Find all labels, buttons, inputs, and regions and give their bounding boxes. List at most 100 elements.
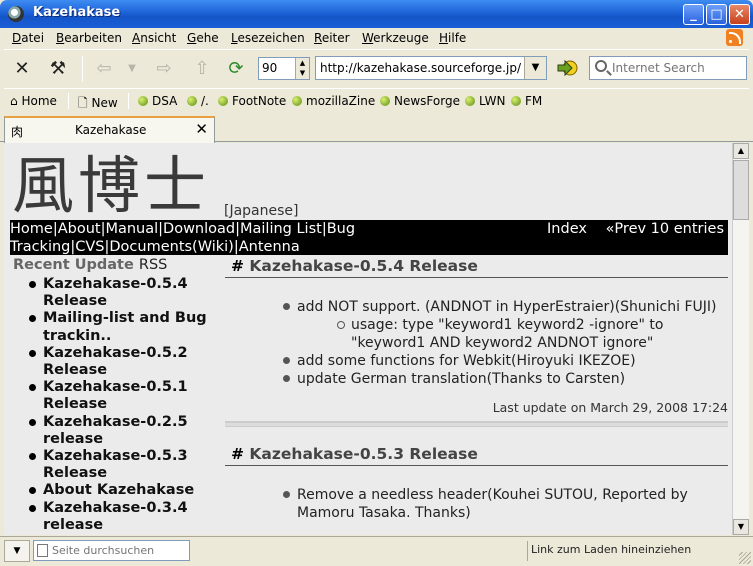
sidebar-item[interactable]: Kazehakase-0.5.4 Release — [29, 276, 223, 310]
forward-icon[interactable]: ⇨ — [150, 56, 178, 82]
status-separator — [527, 541, 528, 561]
preferences-tools-icon[interactable]: ⚒ — [44, 56, 72, 82]
bookmark-mozillazine[interactable]: mozillaZine — [292, 94, 375, 108]
menu-ansicht[interactable]: Ansicht — [132, 31, 176, 45]
list-item: Remove a needless header(Kouhei SUTOU, R… — [283, 486, 728, 522]
status-bar: ▼ Link zum Laden hineinziehen — [0, 536, 753, 566]
japanese-link[interactable]: [Japanese] — [224, 203, 299, 219]
list-item: usage: type "keyword1 keyword2 -ignore" … — [337, 316, 728, 352]
list-item: update German translation(Thanks to Cars… — [283, 370, 728, 388]
bookmark-dsa[interactable]: DSA — [138, 94, 177, 108]
menu-lesezeichen[interactable]: Lesezeichen — [231, 31, 305, 45]
bookmark-separator — [68, 93, 69, 109]
back-icon[interactable]: ⇦ — [90, 56, 118, 82]
sidebar-item[interactable]: Kazehakase-0.5.3 Release — [29, 448, 223, 482]
scroll-up-icon[interactable]: ▲ — [733, 143, 749, 159]
page-content: 風博士 [Japanese] Home|About|Manual|Downloa… — [4, 143, 732, 535]
feed-icon — [511, 96, 521, 106]
internet-search-field[interactable] — [589, 56, 747, 80]
stop-icon[interactable]: ✕ — [8, 56, 36, 82]
menu-datei[interactable]: Datei — [12, 31, 44, 45]
resize-grip-icon[interactable] — [739, 552, 751, 564]
feed-icon — [218, 96, 228, 106]
search-input[interactable] — [612, 59, 742, 77]
url-field[interactable]: ▼ — [315, 56, 547, 80]
feed-icon — [138, 96, 148, 106]
menu-bar: Datei Bearbeiten Ansicht Gehe Lesezeiche… — [4, 28, 749, 48]
navigation-toolbar: ✕ ⚒ ⇦ ▼ ⇨ ⇧ ⟳ ▲▼ ▼ — [4, 49, 749, 87]
tab-label: Kazehakase — [75, 123, 147, 137]
maximize-button[interactable]: □ — [706, 4, 727, 25]
sidebar-item[interactable]: Kazehakase-0.5.2 Release — [29, 345, 223, 379]
tab-favicon: 肉 — [11, 125, 24, 139]
sidebar-rss-link[interactable]: RSS — [139, 257, 167, 273]
site-navigation: Home|About|Manual|Download|Mailing List|… — [10, 220, 728, 255]
status-text: Link zum Laden hineinziehen — [531, 543, 692, 556]
feed-icon — [187, 96, 197, 106]
entry-divider — [225, 421, 728, 427]
back-history-chevron-icon[interactable]: ▼ — [118, 56, 146, 82]
feed-icon — [292, 96, 302, 106]
sidebar-item[interactable]: About Kazehakase — [29, 482, 223, 499]
feed-icon — [465, 96, 475, 106]
tab-kazehakase[interactable]: 肉 Kazehakase ✕ — [4, 116, 215, 143]
home-icon: ⌂ — [10, 94, 18, 108]
feed-icon — [380, 96, 390, 106]
tab-bar: 肉 Kazehakase ✕ — [0, 114, 753, 143]
vertical-scrollbar[interactable]: ▲ ▼ — [732, 143, 749, 535]
new-page-icon: 🗋 — [78, 96, 88, 110]
bookmark-home[interactable]: ⌂ Home — [10, 94, 57, 108]
kazehakase-logo: 風博士 — [12, 149, 210, 219]
last-update: Last update on March 29, 2008 17:24 — [492, 400, 728, 415]
app-icon[interactable] — [8, 6, 24, 22]
nav-prev-link[interactable]: «Prev 10 entries — [606, 221, 724, 237]
menu-hilfe[interactable]: Hilfe — [439, 31, 466, 45]
close-window-button[interactable]: ✕ — [729, 4, 750, 25]
zoom-input[interactable] — [259, 58, 293, 78]
bookmark-slashdot[interactable]: /. — [187, 94, 209, 108]
svg-text:風博士: 風博士 — [12, 149, 210, 219]
bookmark-lwn[interactable]: LWN — [465, 94, 505, 108]
rss-feed-icon[interactable] — [726, 29, 743, 46]
menu-werkzeuge[interactable]: Werkzeuge — [362, 31, 429, 45]
title-bar: Kazehakase _ □ ✕ — [0, 0, 753, 28]
tab-close-icon[interactable]: ✕ — [195, 120, 208, 138]
sidebar-heading: Recent Update — [13, 257, 134, 273]
bookmark-fm[interactable]: FM — [511, 94, 542, 108]
toolbar-separator — [82, 56, 83, 82]
reload-icon[interactable]: ⟳ — [222, 56, 250, 82]
bookmark-newsforge[interactable]: NewsForge — [380, 94, 460, 108]
scroll-down-icon[interactable]: ▼ — [733, 519, 749, 535]
sidebar-item[interactable]: Kazehakase-0.5.1 Release — [29, 379, 223, 413]
menu-bearbeiten[interactable]: Bearbeiten — [56, 31, 122, 45]
find-menu-chevron-icon[interactable]: ▼ — [4, 540, 30, 562]
sidebar-item[interactable]: Kazehakase-0.2.5 release — [29, 414, 223, 448]
sidebar-item[interactable]: Mailing-list and Bug trackin.. — [29, 310, 223, 344]
find-input[interactable] — [52, 542, 187, 559]
sidebar-item[interactable]: Kazehakase-0.3.4 release — [29, 500, 223, 534]
entry: # Kazehakase-0.5.3 Release Remove a need… — [225, 443, 728, 522]
menu-reiter[interactable]: Reiter — [314, 31, 350, 45]
url-history-dropdown-icon[interactable]: ▼ — [524, 57, 546, 79]
recent-update-sidebar: Recent Update RSS Kazehakase-0.5.4 Relea… — [13, 257, 223, 534]
entry-title: # Kazehakase-0.5.3 Release — [225, 443, 728, 466]
bookmark-separator — [128, 93, 129, 109]
main-entries: # Kazehakase-0.5.4 Release add NOT suppo… — [225, 255, 728, 522]
scroll-thumb[interactable] — [733, 160, 749, 220]
nav-links[interactable]: Home|About|Manual|Download|Mailing List|… — [10, 220, 360, 256]
window-title: Kazehakase — [33, 5, 121, 20]
entry: # Kazehakase-0.5.4 Release add NOT suppo… — [225, 255, 728, 415]
nav-index-link[interactable]: Index — [547, 221, 587, 237]
menu-gehe[interactable]: Gehe — [187, 31, 219, 45]
up-icon[interactable]: ⇧ — [188, 56, 216, 82]
zoom-stepper[interactable]: ▲▼ — [258, 57, 310, 80]
bookmark-footnote[interactable]: FootNote — [218, 94, 286, 108]
entry-title: # Kazehakase-0.5.4 Release — [225, 255, 728, 278]
find-field[interactable] — [33, 540, 190, 561]
go-icon[interactable] — [557, 59, 579, 77]
bookmark-new[interactable]: 🗋 New — [78, 94, 118, 115]
zoom-spin-icon[interactable]: ▲ ▼ — [295, 58, 309, 79]
bookmarks-bar: ⌂ Home 🗋 New DSA /. FootNote mozillaZine… — [4, 88, 749, 112]
minimize-button[interactable]: _ — [683, 4, 704, 25]
url-input[interactable] — [316, 57, 521, 79]
